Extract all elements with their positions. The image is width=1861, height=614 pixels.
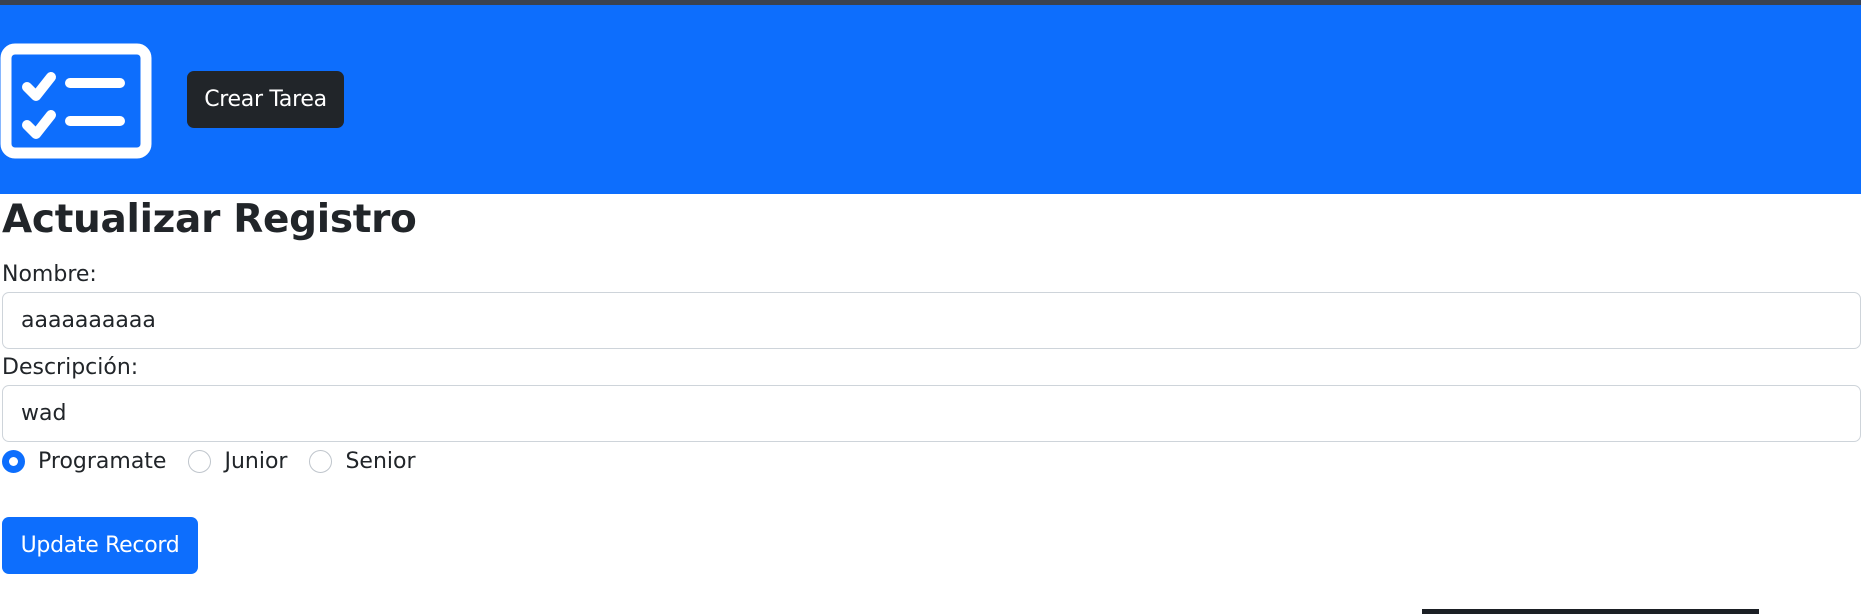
description-label: Descripción:	[2, 355, 139, 380]
radio-option-junior[interactable]: Junior	[188, 449, 287, 474]
task-list-icon[interactable]	[0, 43, 152, 159]
radio-button-senior[interactable]	[309, 449, 333, 473]
taskbar-edge	[1422, 609, 1759, 614]
description-input[interactable]	[2, 385, 1861, 442]
radio-button-programate[interactable]	[2, 449, 25, 473]
radio-option-senior[interactable]: Senior	[309, 448, 416, 474]
radio-label-senior: Senior	[345, 448, 416, 474]
radio-button-junior[interactable]	[188, 449, 212, 473]
navbar: Crear Tarea	[0, 5, 1861, 194]
level-radio-group: Programate Junior Senior	[2, 446, 416, 476]
radio-label-junior: Junior	[224, 448, 288, 474]
radio-option-programate[interactable]: Programate	[2, 449, 166, 474]
name-label: Nombre:	[2, 262, 97, 287]
name-input[interactable]	[2, 292, 1861, 349]
create-task-button[interactable]: Crear Tarea	[187, 71, 344, 128]
radio-label-programate: Programate	[38, 448, 167, 474]
update-record-button[interactable]: Update Record	[2, 517, 198, 574]
page-title: Actualizar Registro	[2, 197, 417, 242]
